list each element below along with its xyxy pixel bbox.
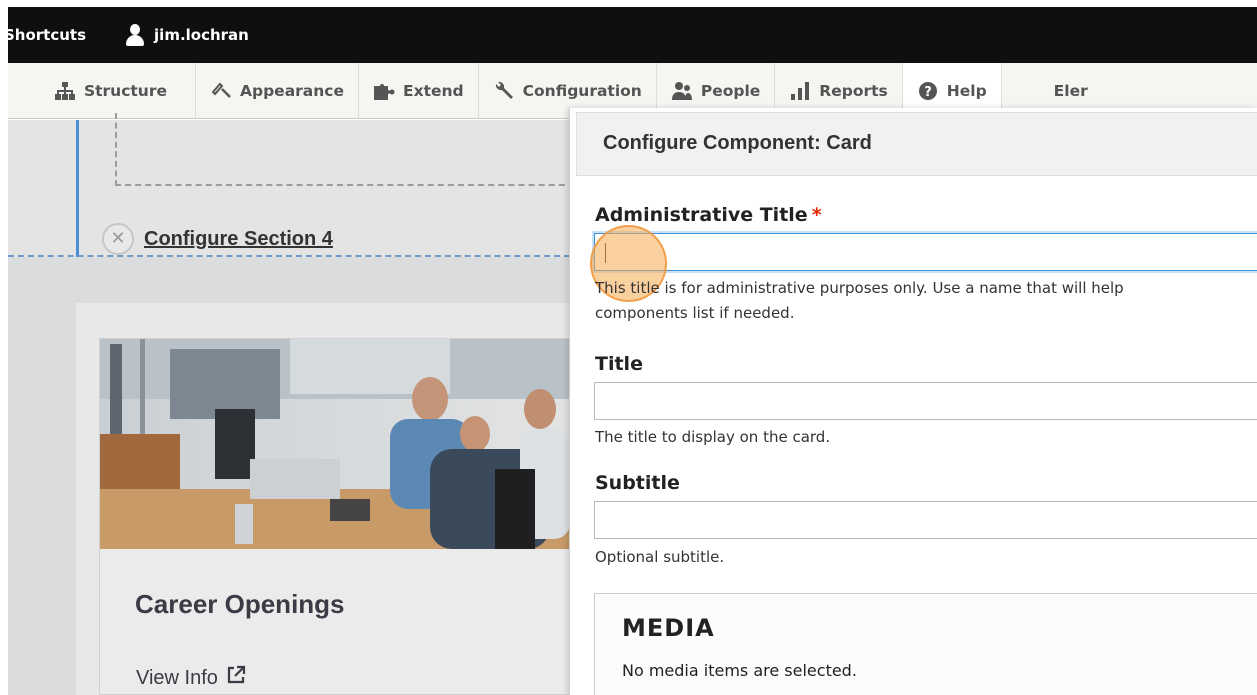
admin-title-description-line: This title is for administrative purpose… (595, 279, 1124, 297)
subtitle-description: Optional subtitle. (595, 548, 725, 566)
svg-text:?: ? (924, 85, 932, 100)
card-link-label: View Info (136, 666, 218, 689)
card-component[interactable]: Career Openings View Info (99, 338, 570, 695)
tray-item-label: Structure (83, 81, 167, 100)
admin-title-label-text: Administrative Title (595, 204, 808, 226)
section-highlight-border (76, 120, 79, 257)
card-image (100, 339, 570, 549)
media-legend: MEDIA (622, 614, 715, 642)
tray-item-label: Help (946, 81, 987, 100)
subtitle-input[interactable] (594, 501, 1257, 539)
tray-item-structure[interactable]: Structure (8, 63, 196, 118)
tray-item-label: Extend (403, 81, 464, 100)
card-title: Career Openings (135, 589, 345, 619)
tray-item-appearance[interactable]: Appearance (196, 63, 359, 118)
tray-item-label: Appearance (240, 81, 344, 100)
people-icon (671, 81, 693, 101)
toolbar-shortcuts[interactable]: Shortcuts (4, 7, 86, 63)
admin-title-label: Administrative Title * (595, 204, 822, 226)
tray-item-label: Configuration (522, 81, 642, 100)
title-description: The title to display on the card. (595, 428, 831, 446)
puzzle-icon (373, 81, 395, 101)
section-divider (8, 255, 570, 257)
tray-item-label: Eler (1053, 81, 1088, 100)
title-input[interactable] (594, 382, 1257, 420)
toolbar-user[interactable]: jim.lochran (124, 7, 249, 63)
title-label: Title (595, 353, 643, 375)
media-empty-message: No media items are selected. (622, 661, 857, 680)
configure-section: ✕ Configure Section 4 (102, 223, 333, 255)
tray-item-label: Reports (819, 81, 888, 100)
card-view-info-link[interactable]: View Info (136, 665, 246, 691)
configure-section-link[interactable]: Configure Section 4 (144, 228, 333, 251)
admin-title-description-line: components list if needed. (595, 304, 795, 322)
help-icon: ? (917, 81, 939, 101)
tray-item-extend[interactable]: Extend (359, 63, 479, 118)
subtitle-label: Subtitle (595, 472, 680, 494)
paint-brush-icon (210, 81, 232, 101)
bar-chart-icon (789, 81, 811, 101)
sitemap-icon (54, 81, 76, 101)
toolbar-user-name: jim.lochran (154, 26, 249, 44)
external-link-icon (226, 665, 246, 691)
dialog-header: Configure Component: Card (576, 112, 1257, 176)
admin-toolbar: Shortcuts jim.lochran (4, 7, 1257, 63)
tray-item-label: People (700, 81, 761, 100)
admin-title-input[interactable] (594, 233, 1257, 271)
user-icon (124, 23, 146, 47)
remove-section-icon[interactable]: ✕ (102, 223, 134, 255)
section-region (115, 113, 585, 186)
wrench-icon (493, 81, 515, 101)
dialog-title: Configure Component: Card (603, 132, 872, 154)
media-fieldset: MEDIA No media items are selected. (594, 593, 1257, 695)
configure-component-dialog: Configure Component: Card Administrative… (569, 108, 1257, 695)
admin-title-description: This title is for administrative purpose… (595, 276, 1124, 326)
required-marker: * (811, 204, 822, 226)
